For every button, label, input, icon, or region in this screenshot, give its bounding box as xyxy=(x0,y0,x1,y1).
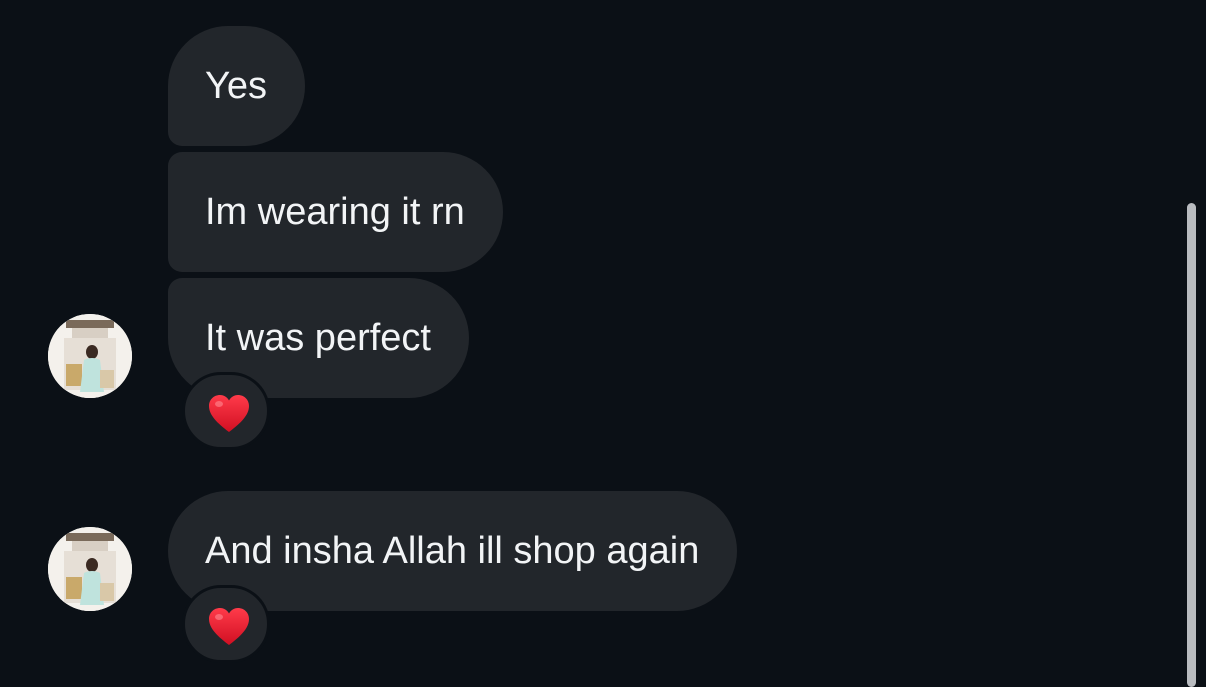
profile-photo-icon xyxy=(48,527,132,611)
reaction-badge[interactable] xyxy=(182,585,270,663)
message-text: It was perfect xyxy=(205,317,431,359)
avatar[interactable] xyxy=(48,314,132,398)
reaction-badge[interactable] xyxy=(182,372,270,450)
red-heart-icon xyxy=(209,395,249,432)
message-bubble[interactable]: Im wearing it rn xyxy=(168,152,503,272)
profile-photo-icon xyxy=(48,314,132,398)
message-text: And insha Allah ill shop again xyxy=(205,530,700,572)
chat-thread: Yes Im wearing it rn It was perfect And … xyxy=(0,0,1206,687)
red-heart-icon xyxy=(209,608,249,645)
message-text: Yes xyxy=(205,65,267,107)
message-text: Im wearing it rn xyxy=(205,191,465,233)
scrollbar[interactable] xyxy=(1187,203,1196,687)
message-bubble[interactable]: Yes xyxy=(168,26,305,146)
avatar[interactable] xyxy=(48,527,132,611)
